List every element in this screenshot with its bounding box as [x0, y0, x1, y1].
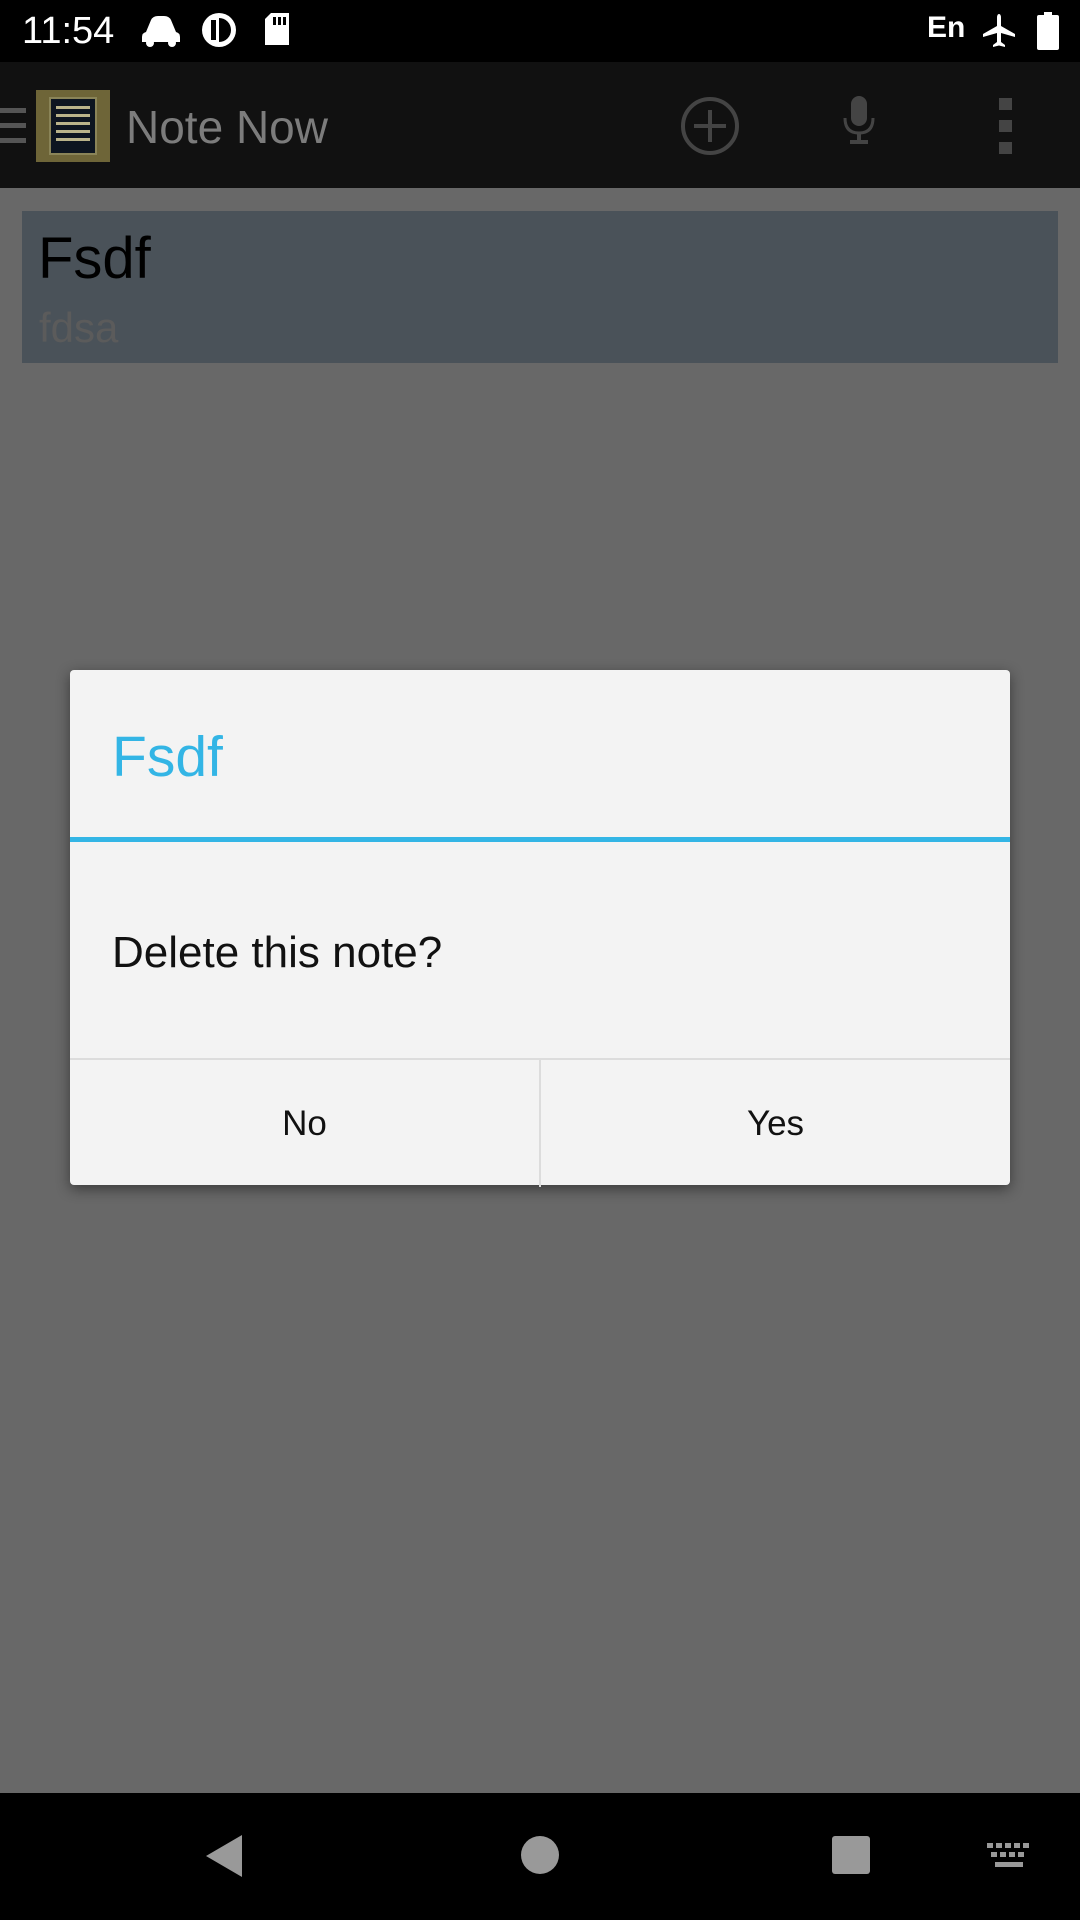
menu-icon[interactable] — [0, 106, 28, 151]
dialog-button-bar: No Yes — [70, 1058, 1010, 1187]
no-button[interactable]: No — [70, 1060, 539, 1187]
dialog-title-divider — [70, 837, 1010, 842]
add-note-icon[interactable] — [680, 96, 740, 161]
battery-icon — [1037, 12, 1059, 55]
keyboard-icon[interactable] — [987, 1843, 1031, 1876]
delete-confirm-dialog: Fsdf Delete this note? No Yes — [70, 670, 1010, 1187]
dialog-message: Delete this note? — [112, 928, 443, 977]
recents-icon[interactable] — [831, 1835, 871, 1880]
note-title: Fsdf — [38, 226, 151, 291]
language-indicator: En — [927, 11, 966, 44]
navigation-bar — [0, 1793, 1080, 1920]
sd-card-icon — [263, 11, 291, 52]
back-icon[interactable] — [204, 1833, 244, 1884]
microphone-icon[interactable] — [842, 96, 876, 151]
note-preview: fdsa — [39, 304, 119, 351]
notepad-app-icon[interactable] — [36, 90, 110, 167]
yes-button[interactable]: Yes — [539, 1060, 1010, 1187]
status-bar: 11:54 En — [0, 0, 1080, 62]
overflow-menu-icon[interactable] — [996, 98, 1016, 159]
dialog-title: Fsdf — [112, 725, 223, 789]
airplane-icon — [980, 12, 1018, 55]
sync-icon — [199, 10, 239, 55]
home-icon[interactable] — [520, 1835, 560, 1880]
app-title: Note Now — [126, 101, 328, 153]
list-item[interactable]: Fsdf fdsa — [22, 211, 1058, 363]
action-bar: Note Now — [0, 62, 1080, 188]
status-time: 11:54 — [22, 10, 115, 52]
car-icon — [140, 12, 182, 53]
